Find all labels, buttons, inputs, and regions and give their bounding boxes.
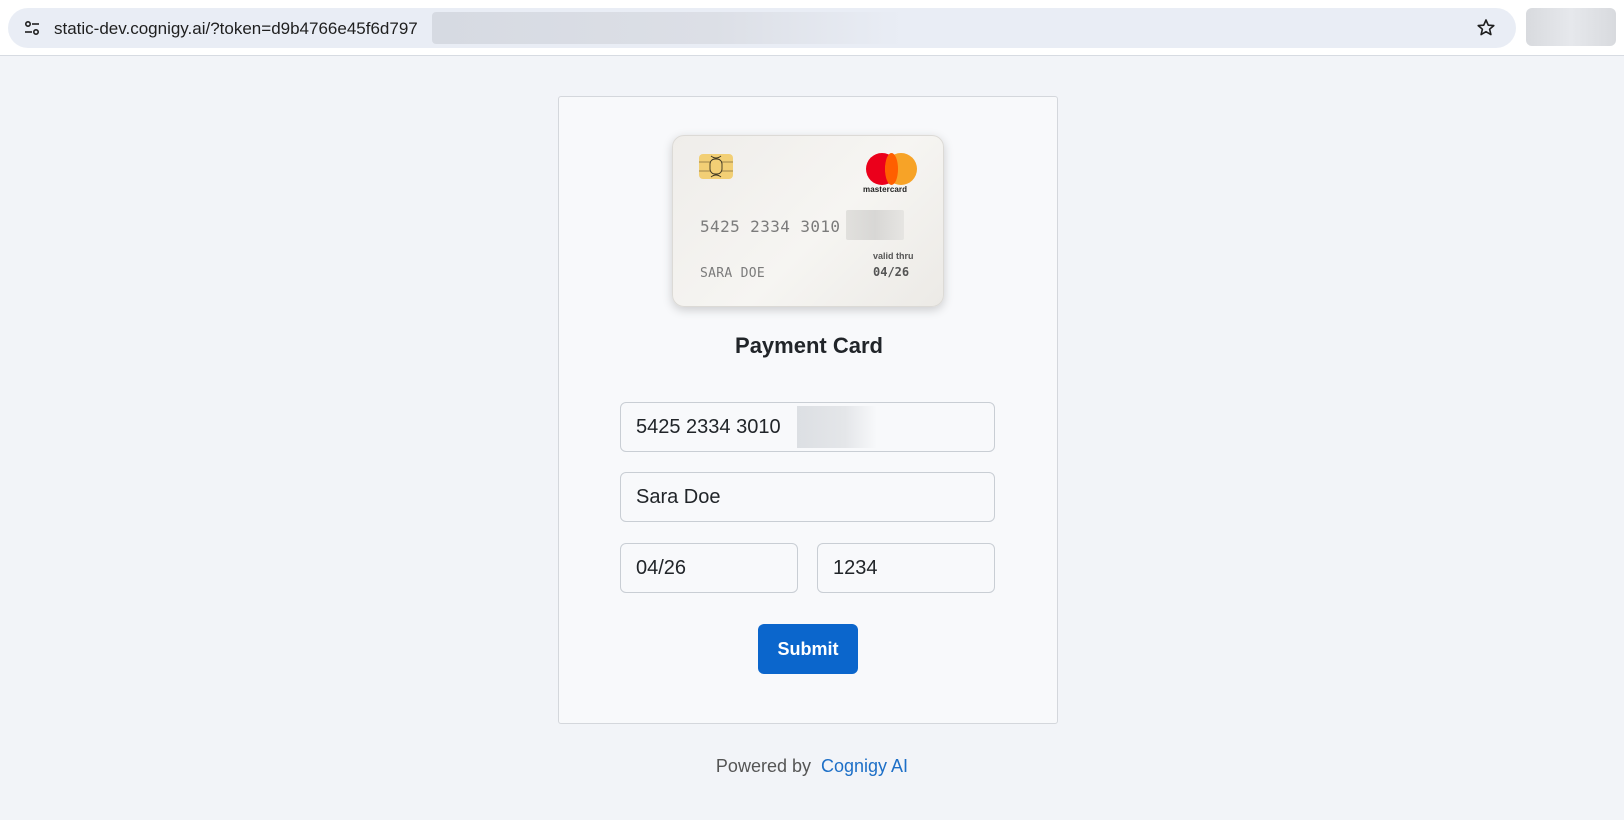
- mastercard-logo-icon: [866, 153, 918, 187]
- address-bar[interactable]: static-dev.cognigy.ai/?token=d9b4766e45f…: [8, 8, 1516, 48]
- browser-toolbar: static-dev.cognigy.ai/?token=d9b4766e45f…: [0, 0, 1624, 56]
- card-preview-holder: SARA DOE: [700, 266, 766, 281]
- expiry-input[interactable]: 04/26: [620, 543, 798, 593]
- star-icon[interactable]: [1474, 16, 1498, 40]
- expiry-value: 04/26: [636, 556, 687, 579]
- submit-button[interactable]: Submit: [758, 624, 858, 674]
- card-name-input[interactable]: Sara Doe: [620, 472, 995, 522]
- site-info-icon[interactable]: [20, 16, 44, 40]
- valid-thru-label: valid thru: [873, 251, 914, 261]
- card-preview: mastercard 5425 2334 3010 valid thru 04/…: [672, 135, 944, 307]
- card-preview-expiry: 04/26: [873, 265, 910, 279]
- card-number-value: 5425 2334 3010: [636, 415, 781, 438]
- card-name-value: Sara Doe: [636, 485, 721, 508]
- footer: Powered by Cognigy AI: [0, 756, 1624, 777]
- cognigy-link[interactable]: Cognigy AI: [821, 756, 908, 776]
- card-number-input[interactable]: 5425 2334 3010: [620, 402, 995, 452]
- cvv-value: 1234: [833, 556, 878, 579]
- card-preview-number: 5425 2334 3010: [700, 217, 841, 236]
- brand-text: mastercard: [863, 185, 908, 194]
- cvv-input[interactable]: 1234: [817, 543, 995, 593]
- url-text[interactable]: static-dev.cognigy.ai/?token=d9b4766e45f…: [54, 19, 418, 39]
- payment-panel: mastercard 5425 2334 3010 valid thru 04/…: [558, 96, 1058, 724]
- chip-icon: [699, 154, 733, 179]
- url-redaction: [432, 12, 902, 44]
- profile-avatar[interactable]: [1526, 8, 1616, 46]
- card-number-redaction: [846, 210, 904, 240]
- footer-prefix: Powered by: [715, 756, 811, 776]
- page-title: Payment Card: [735, 333, 883, 358]
- card-number-input-redaction: [797, 406, 877, 448]
